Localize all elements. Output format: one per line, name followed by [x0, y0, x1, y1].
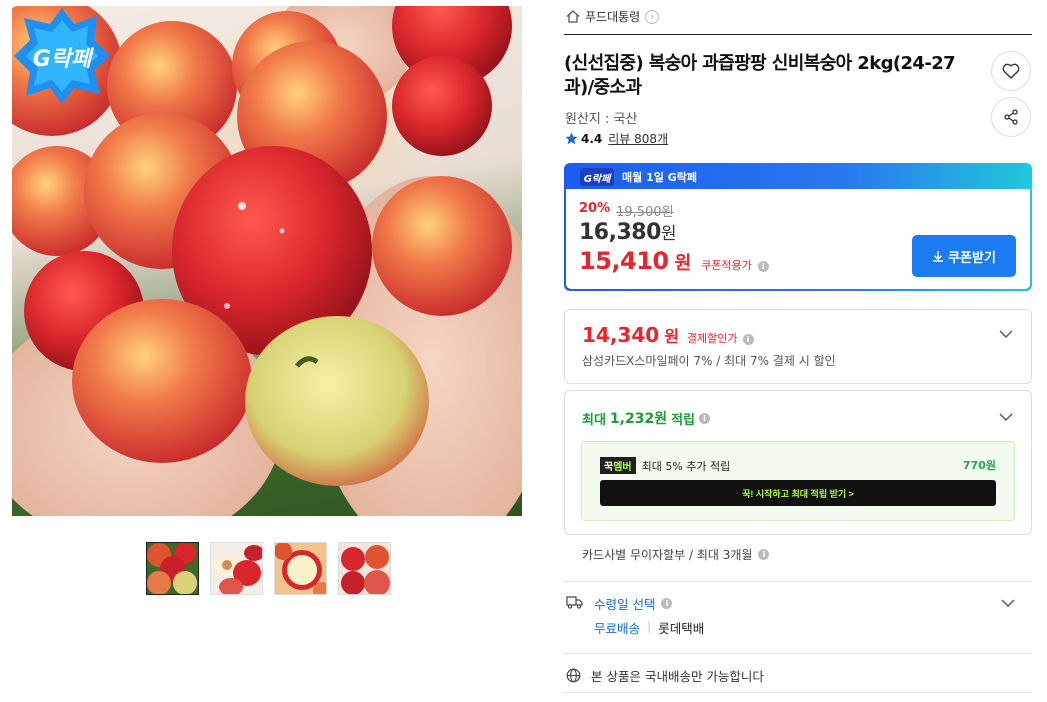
- info-icon[interactable]: i: [757, 261, 769, 272]
- coupon-header: G락페 매월 1일 G락페: [566, 165, 1030, 189]
- breadcrumb[interactable]: 푸드대통령 ›: [566, 8, 660, 25]
- shipping-detail: 무료배송 | 롯데택배: [594, 618, 704, 637]
- rating-summary: 4.4 리뷰 808개: [565, 130, 668, 147]
- info-icon[interactable]: i: [758, 549, 770, 560]
- coupon-header-label: 매월 1일 G락페: [622, 171, 697, 184]
- coupon-price: 15,410 원 쿠폰적용가 i: [579, 247, 769, 275]
- breadcrumb-divider: [564, 34, 1032, 35]
- discount-rate: 20%: [579, 201, 611, 216]
- chevron-right-icon: ›: [645, 9, 660, 24]
- svg-text:G락페: G락페: [33, 47, 95, 72]
- g-festa-badge-icon: G락페: [14, 8, 110, 104]
- reward-card: 최대 1,232원 적립 i 꾹멤버 최대 5% 추가 적립 770원 꾹! 시…: [564, 390, 1032, 535]
- origin-info: 원산지 : 국산: [565, 112, 638, 127]
- download-arrow-icon: [933, 251, 944, 262]
- chevron-down-icon[interactable]: [999, 410, 1013, 424]
- thumbnail-4[interactable]: [338, 542, 391, 595]
- coupon-price-unit: 원: [674, 253, 692, 274]
- membership-text: 최대 5% 추가 적립: [641, 459, 731, 473]
- installment-info: 카드사별 무이자할부 / 최대 3개월 i: [582, 546, 770, 563]
- payment-discount-card[interactable]: 14,340 원 결제할인가 i 삼성카드X스마일페이 7% / 최대 7% 결제…: [564, 309, 1032, 384]
- payment-price-unit: 원: [664, 327, 679, 346]
- coupon-price-box: G락페 매월 1일 G락페 20% 19,500원 16,380원 15,410…: [564, 163, 1032, 291]
- coupon-price-tag: 쿠폰적용가: [701, 259, 752, 272]
- sale-price-unit: 원: [660, 224, 677, 244]
- chevron-down-icon[interactable]: [999, 327, 1013, 341]
- info-icon[interactable]: i: [742, 334, 754, 345]
- domestic-notice-text: 본 상품은 국내배송만 가능합니다: [591, 669, 764, 684]
- peach-cut-icon: [275, 543, 326, 594]
- get-coupon-label: 쿠폰받기: [948, 249, 996, 265]
- share-icon: [1004, 109, 1018, 125]
- section-divider: [564, 581, 1032, 582]
- thumbnail-list: [146, 542, 391, 595]
- peach-thumbnail-icon: [147, 543, 198, 594]
- share-button[interactable]: [991, 97, 1031, 137]
- membership-promo: 꾹멤버 최대 5% 추가 적립 770원 꾹! 시작하고 최대 적립 받기 >: [581, 441, 1015, 521]
- membership-amount: 770원: [962, 459, 996, 472]
- wishlist-button[interactable]: [991, 51, 1031, 91]
- membership-start-button[interactable]: 꾹! 시작하고 최대 적립 받기 >: [600, 480, 996, 506]
- discount-line: 20% 19,500원: [579, 201, 674, 220]
- globe-icon: [566, 668, 581, 683]
- info-icon[interactable]: i: [661, 598, 673, 609]
- peach-halves-icon: [211, 543, 262, 594]
- installment-text: 카드사별 무이자할부 / 최대 3개월: [582, 548, 753, 562]
- peach-pile-icon: [339, 543, 390, 594]
- free-shipping-label: 무료배송: [594, 621, 641, 636]
- truck-icon: [566, 596, 583, 609]
- rating-score: 4.4: [581, 131, 603, 146]
- payment-price: 14,340 원 결제할인가 i: [582, 323, 754, 347]
- shipping-separator: |: [647, 618, 652, 633]
- delivery-date-select[interactable]: 수령일 선택 i: [594, 594, 673, 613]
- carrier-name: 롯데택배: [658, 621, 705, 636]
- coupon-price-value: 15,410: [579, 247, 669, 275]
- main-product-image[interactable]: G락페: [12, 6, 522, 516]
- reward-suffix: 적립: [671, 412, 696, 428]
- original-price: 19,500원: [616, 205, 674, 220]
- section-divider: [564, 653, 1032, 654]
- membership-chip: 꾹멤버: [600, 457, 636, 474]
- thumbnail-3[interactable]: [274, 542, 327, 595]
- product-title: (신선집중) 복숭아 과즙팡팡 신비복숭아 2kg(24-27과)/중소과: [564, 53, 956, 98]
- review-link[interactable]: 리뷰 808개: [608, 130, 668, 147]
- chevron-down-icon[interactable]: [1001, 596, 1015, 610]
- payment-description: 삼성카드X스마일페이 7% / 최대 7% 결제 시 할인: [582, 354, 836, 368]
- reward-title: 최대 1,232원 적립 i: [582, 408, 711, 428]
- membership-line: 꾹멤버 최대 5% 추가 적립: [600, 457, 730, 474]
- thumbnail-1[interactable]: [146, 542, 199, 595]
- domestic-shipping-notice: 본 상품은 국내배송만 가능합니다: [566, 666, 764, 685]
- heart-icon: [1002, 63, 1020, 79]
- reward-amount: 1,232원: [609, 411, 668, 427]
- section-divider: [564, 692, 1032, 693]
- star-icon: [565, 132, 578, 145]
- info-icon[interactable]: i: [699, 412, 711, 424]
- payment-price-value: 14,340: [582, 323, 660, 347]
- sale-price-value: 16,380: [579, 220, 661, 245]
- home-icon: [566, 10, 580, 23]
- payment-price-tag: 결제할인가: [686, 332, 738, 345]
- g-festa-mini-badge: G락페: [580, 168, 614, 186]
- sale-price: 16,380원: [579, 219, 677, 245]
- reward-prefix: 최대: [582, 412, 606, 428]
- thumbnail-2[interactable]: [210, 542, 263, 595]
- seller-name[interactable]: 푸드대통령: [585, 8, 640, 25]
- delivery-date-label: 수령일 선택: [594, 597, 656, 612]
- get-coupon-button[interactable]: 쿠폰받기: [912, 235, 1016, 277]
